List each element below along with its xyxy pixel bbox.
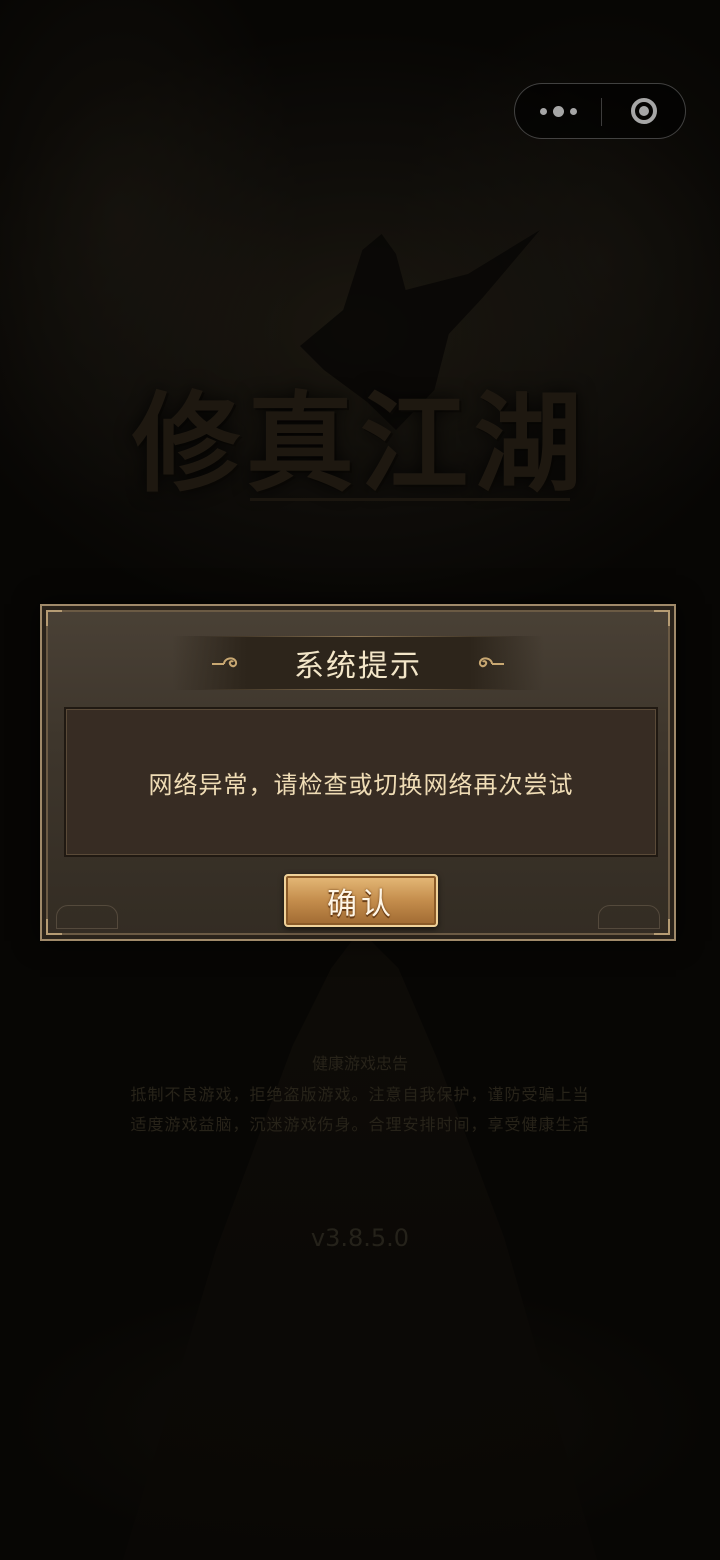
dialog-title: 系统提示 xyxy=(294,649,422,684)
confirm-button-label: 确认 xyxy=(327,886,395,922)
game-loading-screen: 修真江湖 健康游戏忠告 抵制不良游戏，拒绝盗版游戏。注意自我保护，谨防受骗上当 … xyxy=(0,0,720,1560)
cloud-swirl-icon xyxy=(212,657,238,668)
title-divider xyxy=(202,689,514,690)
dialog-title-bar: 系统提示 xyxy=(172,636,544,690)
confirm-button[interactable]: 确认 xyxy=(284,874,438,927)
dialog-corner-ornament xyxy=(46,610,62,626)
title-divider xyxy=(202,636,514,637)
dialog-message-box: 网络异常，请检查或切换网络再次尝试 xyxy=(64,707,658,857)
dialog-message: 网络异常，请检查或切换网络再次尝试 xyxy=(148,770,574,799)
cloud-swirl-icon xyxy=(478,657,504,668)
cloud-ornament xyxy=(56,905,118,929)
cloud-ornament xyxy=(598,905,660,929)
dialog-corner-ornament xyxy=(654,610,670,626)
system-alert-dialog: 系统提示 网络异常，请检查或切换网络再次尝试 确认 xyxy=(40,604,676,941)
